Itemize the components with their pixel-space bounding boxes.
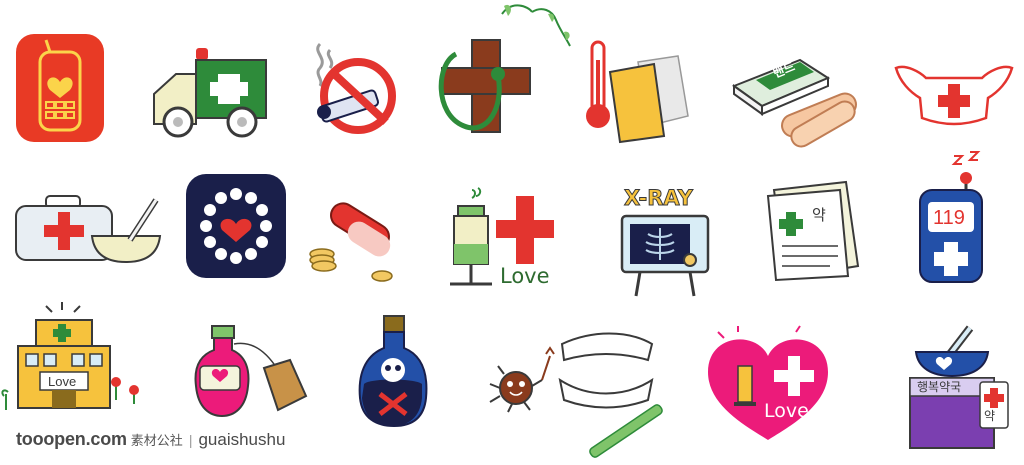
ambulance-truck-icon bbox=[146, 46, 270, 138]
hospital-building-icon bbox=[0, 300, 140, 412]
mobile-phone-heart-icon bbox=[14, 32, 106, 144]
watermark-user: guaishushu bbox=[198, 430, 286, 449]
thermometer-medicine-icon bbox=[580, 40, 690, 144]
heart-love-iv-icon bbox=[704, 325, 834, 442]
potion-bottle-tag-icon bbox=[192, 322, 312, 422]
cross-stethoscope-icon bbox=[432, 2, 572, 138]
xray-label: X-RAY bbox=[624, 186, 694, 210]
watermark-site: tooopen.com bbox=[16, 429, 127, 449]
watermark-separator: | bbox=[188, 432, 193, 448]
no-smoking-icon bbox=[306, 40, 398, 136]
heart-loading-app-icon bbox=[184, 172, 288, 280]
heart-love-label: Love bbox=[764, 400, 809, 422]
watermark: tooopen.com 素材公社 | guaishushu bbox=[16, 429, 285, 451]
first-aid-kit-mortar-icon bbox=[12, 194, 162, 264]
poison-bottle-icon bbox=[356, 314, 430, 430]
iv-love-label: Love bbox=[500, 264, 550, 288]
prescription-label: 약 bbox=[812, 207, 826, 224]
pharmacy-sign-label: 행복약국 bbox=[917, 380, 962, 394]
pills-coins-icon bbox=[306, 202, 402, 286]
phone-119-label: 119 bbox=[933, 207, 965, 229]
xray-board-icon bbox=[620, 214, 710, 298]
hospital-love-label: Love bbox=[48, 374, 77, 389]
watermark-site-cn: 素材公社 bbox=[130, 433, 183, 448]
pharmacy-tag-label: 약 bbox=[984, 409, 996, 423]
prescription-paper-icon bbox=[764, 180, 860, 282]
germ-teeth-toothbrush-icon bbox=[484, 330, 664, 464]
nurse-cap-icon bbox=[890, 62, 1018, 126]
